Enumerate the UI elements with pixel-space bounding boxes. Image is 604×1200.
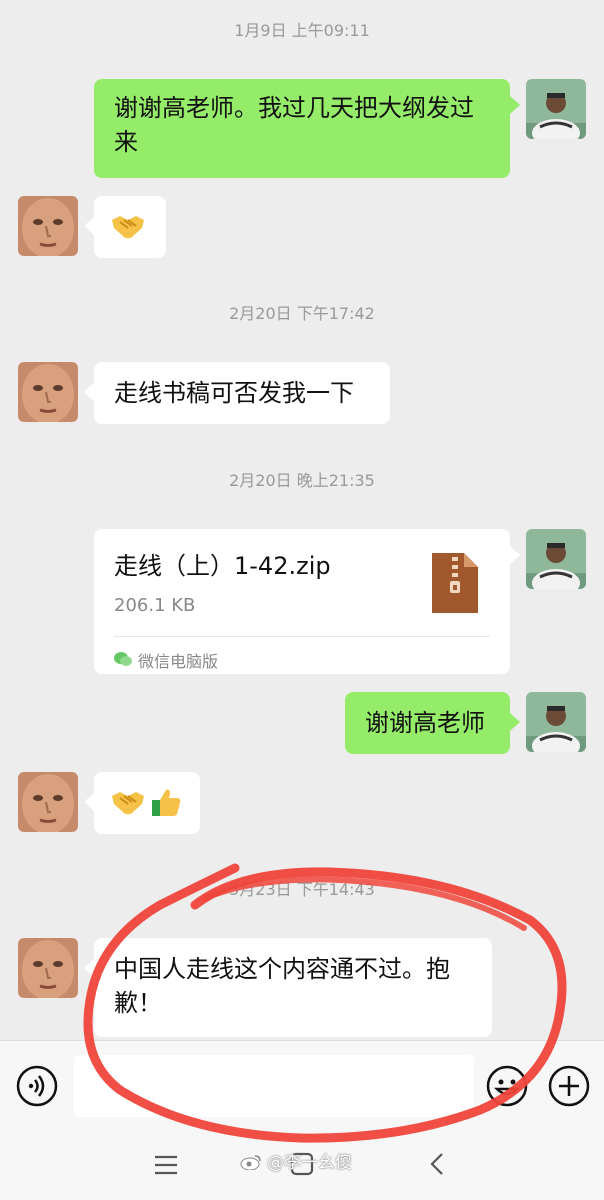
avatar-contact[interactable] <box>18 362 78 422</box>
watermark-text: @李一幺傻 <box>267 1153 352 1173</box>
wechat-icon <box>114 645 132 679</box>
timestamp: 5月23日 下午14:43 <box>229 880 375 899</box>
message-input[interactable] <box>74 1055 474 1117</box>
message-bubble-contact[interactable]: 走线书稿可否发我一下 <box>94 362 390 424</box>
bubble-tail <box>84 217 94 235</box>
handshake-emoji-icon <box>110 786 146 827</box>
avatar-self[interactable] <box>526 529 586 589</box>
file-name: 走线（上）1-42.zip <box>114 552 331 580</box>
avatar-contact[interactable] <box>18 938 78 998</box>
back-icon[interactable] <box>428 1152 446 1180</box>
bubble-tail <box>84 959 94 977</box>
timestamp: 2月20日 下午17:42 <box>229 304 375 323</box>
avatar-self[interactable] <box>526 79 586 139</box>
message-text-line: 来 <box>114 128 138 156</box>
bubble-tail <box>84 383 94 401</box>
chat-area[interactable]: 1月9日 上午09:11 谢谢高老师。我过几天把大纲发过 来 2月20日 下午1… <box>0 0 604 1040</box>
file-source-label: 微信电脑版 <box>138 652 219 671</box>
message-bubble-self[interactable]: 谢谢高老师。我过几天把大纲发过 来 <box>94 79 510 178</box>
handshake-emoji-icon <box>110 216 146 248</box>
message-bubble-self[interactable]: 谢谢高老师 <box>345 692 510 754</box>
divider <box>114 636 490 637</box>
voice-icon[interactable] <box>16 1065 58 1111</box>
avatar-contact[interactable] <box>18 772 78 832</box>
watermark: @李一幺傻 <box>240 1148 352 1173</box>
message-bubble-contact[interactable] <box>94 196 166 258</box>
avatar-self[interactable] <box>526 692 586 752</box>
plus-icon[interactable] <box>548 1065 590 1111</box>
timestamp: 1月9日 上午09:11 <box>234 21 370 40</box>
message-text-line: 谢谢高老师 <box>365 709 485 737</box>
message-text-line: 中国人走线这个内容通不过。抱 <box>114 955 450 983</box>
message-bubble-contact[interactable]: 中国人走线这个内容通不过。抱 歉！ <box>94 938 492 1037</box>
message-text-line: 谢谢高老师。我过几天把大纲发过 <box>114 94 474 122</box>
thumbs-up-emoji-icon <box>150 786 182 827</box>
avatar-contact[interactable] <box>18 196 78 256</box>
bubble-tail <box>84 793 94 811</box>
bubble-tail <box>510 96 520 114</box>
message-text-line: 歉！ <box>114 989 162 1017</box>
message-bubble-contact[interactable] <box>94 772 200 834</box>
file-source: 微信电脑版 <box>114 645 218 679</box>
input-bar <box>0 1040 604 1130</box>
menu-icon[interactable] <box>154 1154 178 1180</box>
file-message-card[interactable]: 走线（上）1-42.zip 206.1 KB 微信电脑版 <box>94 529 510 674</box>
timestamp: 2月20日 晚上21:35 <box>229 471 375 490</box>
message-text-line: 走线书稿可否发我一下 <box>114 379 354 407</box>
weibo-icon <box>240 1153 267 1173</box>
bubble-tail <box>510 546 520 564</box>
bubble-tail <box>510 713 520 731</box>
zip-file-icon <box>432 553 478 622</box>
file-size: 206.1 KB <box>114 595 196 616</box>
emoji-face-icon[interactable] <box>486 1065 528 1111</box>
